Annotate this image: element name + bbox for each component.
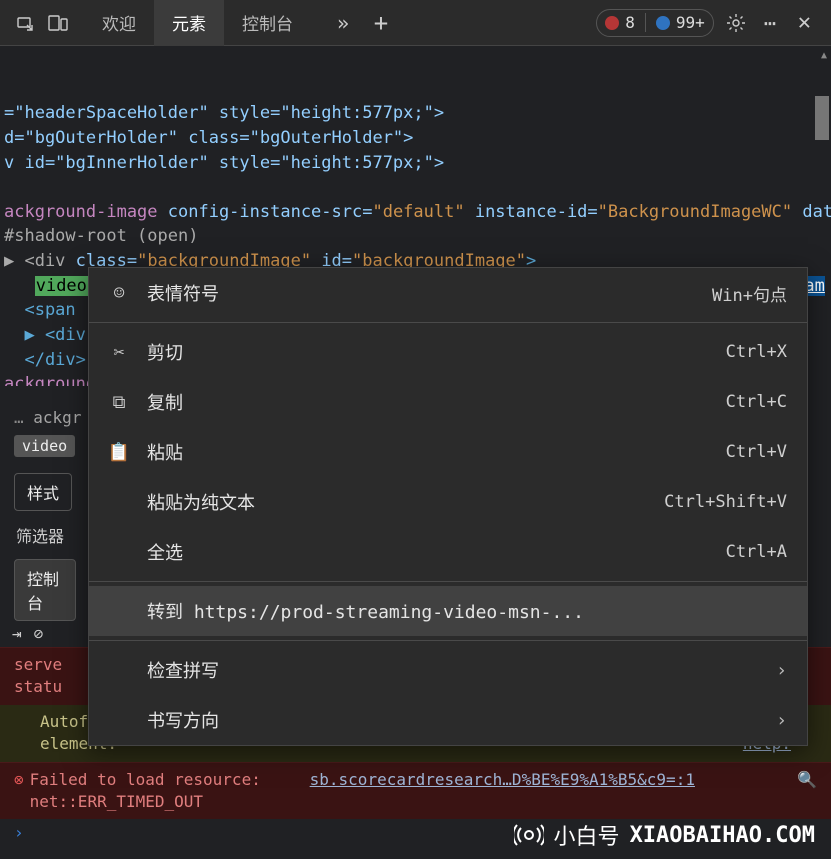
context-menu: ☺ 表情符号 Win+句点 ✂ 剪切 Ctrl+X ⧉ 复制 Ctrl+C 📋 …	[88, 267, 808, 746]
error-dot-icon: ⊗	[14, 769, 24, 791]
tab-welcome[interactable]: 欢迎	[84, 0, 154, 47]
ctx-writing-direction[interactable]: 书写方向 ›	[89, 695, 807, 745]
issue-badges[interactable]: 8 99+	[596, 9, 714, 37]
ctx-goto-url[interactable]: 转到 https://prod-streaming-video-msn-...	[89, 586, 807, 636]
copy-icon: ⧉	[109, 392, 129, 413]
device-icon[interactable]	[46, 11, 70, 35]
selected-element-token[interactable]: video	[14, 435, 75, 457]
ctx-select-all[interactable]: 全选 Ctrl+A	[89, 527, 807, 577]
emoji-icon: ☺	[109, 283, 129, 304]
inspect-icon[interactable]	[14, 11, 38, 35]
close-icon[interactable]: ✕	[792, 10, 817, 35]
kebab-menu-icon[interactable]: ⋯	[758, 11, 782, 35]
scissors-icon: ✂	[109, 342, 129, 363]
ctx-emoji[interactable]: ☺ 表情符号 Win+句点	[89, 268, 807, 318]
chevron-right-icon: ›	[776, 710, 787, 731]
clear-console-icon[interactable]: ⊘	[34, 624, 44, 643]
tab-console[interactable]: 控制台	[224, 0, 311, 47]
breadcrumb-item[interactable]: ackgr	[33, 408, 81, 427]
watermark-brand: 小白号 XIAOBAIHAO.COM	[514, 819, 815, 851]
ctx-spellcheck[interactable]: 检查拼写 ›	[89, 645, 807, 695]
console-link[interactable]: sb.scorecardresearch…D%BE%E9%A1%B5&c9=:1	[310, 769, 695, 791]
clipboard-icon: 📋	[109, 442, 129, 463]
breadcrumb-ellipsis[interactable]: …	[14, 408, 24, 427]
chevron-right-icon: ›	[776, 660, 787, 681]
console-error-row[interactable]: ⊗ Failed to load resource: net::ERR_TIME…	[0, 762, 831, 820]
ctx-copy[interactable]: ⧉ 复制 Ctrl+C	[89, 377, 807, 427]
tab-elements[interactable]: 元素	[154, 0, 224, 47]
info-count[interactable]: 99+	[645, 13, 705, 32]
settings-gear-icon[interactable]	[724, 11, 748, 35]
scroll-thumb[interactable]	[815, 96, 829, 140]
search-icon[interactable]: 🔍	[797, 769, 817, 791]
ctx-paste[interactable]: 📋 粘贴 Ctrl+V	[89, 427, 807, 477]
tab-styles[interactable]: 样式	[14, 473, 72, 511]
more-tabs-icon[interactable]: »	[331, 11, 355, 35]
filter-label[interactable]: 筛选器	[0, 519, 90, 551]
tab-console-drawer[interactable]: 控制台	[14, 559, 76, 621]
expand-sidebar-icon[interactable]: ⇥	[12, 624, 22, 643]
ctx-cut[interactable]: ✂ 剪切 Ctrl+X	[89, 327, 807, 377]
ctx-paste-plain[interactable]: 粘贴为纯文本 Ctrl+Shift+V	[89, 477, 807, 527]
error-count[interactable]: 8	[605, 13, 635, 32]
add-tab-icon[interactable]: +	[369, 11, 393, 35]
